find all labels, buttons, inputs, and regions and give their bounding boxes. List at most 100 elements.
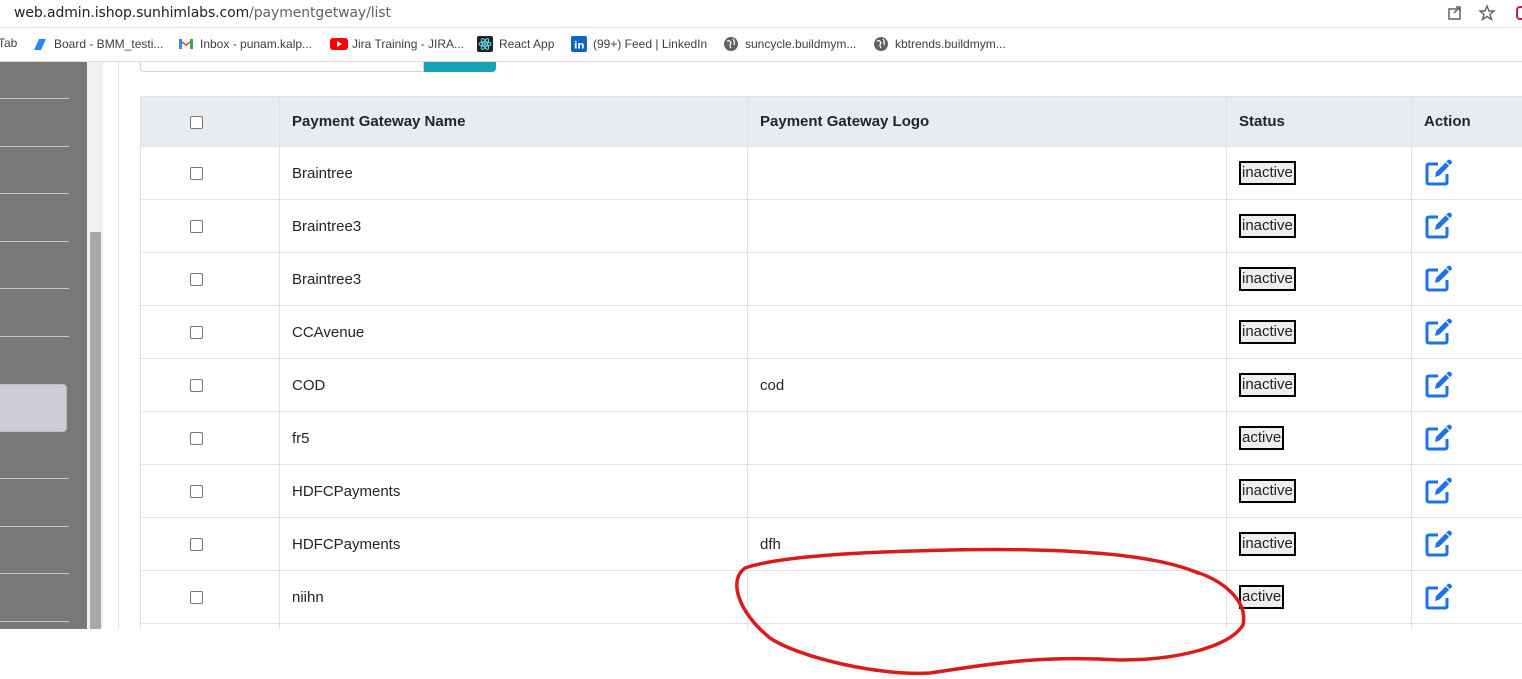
gmail-icon (178, 36, 194, 52)
status-badge[interactable]: inactive (1239, 267, 1296, 291)
gateway-logo-cell (747, 411, 1227, 465)
gateway-logo-cell (747, 146, 1227, 200)
react-icon (477, 36, 493, 52)
globe-icon (723, 36, 739, 52)
search-button[interactable] (424, 62, 496, 72)
status-badge[interactable]: inactive (1239, 161, 1296, 185)
bookmark-kbtrends[interactable]: kbtrends.buildmym... (873, 36, 1006, 52)
bookmark-label: Board - BMM_testi... (54, 37, 164, 51)
row-checkbox[interactable] (189, 273, 203, 287)
gateway-logo-cell (747, 623, 1227, 629)
row-checkbox[interactable] (189, 379, 203, 393)
gateway-logo-cell (747, 199, 1227, 253)
address-bar[interactable]: web.admin.ishop.sunhimlabs.com/paymentge… (0, 0, 1522, 28)
edit-icon[interactable] (1424, 371, 1454, 399)
sidebar-scrollbar-thumb[interactable] (90, 232, 101, 629)
row-select-cell (140, 464, 280, 518)
row-select-cell (140, 305, 280, 359)
row-checkbox[interactable] (189, 485, 203, 499)
bookmark-react[interactable]: React App (477, 36, 554, 52)
edit-icon[interactable] (1424, 424, 1454, 452)
action-cell (1411, 358, 1522, 412)
gateway-name-cell (279, 623, 748, 629)
bookmark-gmail[interactable]: Inbox - punam.kalp... (178, 36, 312, 52)
edit-icon[interactable] (1424, 212, 1454, 240)
gateway-name-cell: CCAvenue (279, 305, 748, 359)
table-header-row: Payment Gateway Name Payment Gateway Log… (140, 96, 1522, 147)
bmm-board-icon (32, 36, 48, 52)
svg-text:in: in (574, 41, 585, 52)
gateway-logo-cell: cod (747, 358, 1227, 412)
gateway-name-cell: niihn (279, 570, 748, 624)
status-badge[interactable]: inactive (1239, 320, 1296, 344)
status-badge[interactable]: inactive (1239, 532, 1296, 556)
status-badge[interactable]: active (1239, 585, 1285, 609)
row-checkbox[interactable] (189, 326, 203, 340)
status-cell: active (1226, 411, 1412, 465)
edit-icon[interactable] (1424, 318, 1454, 346)
status-badge[interactable]: inactive (1239, 373, 1296, 397)
sidebar-divider (0, 193, 69, 194)
header-status[interactable]: Status (1226, 96, 1412, 147)
gateway-logo-cell (747, 570, 1227, 624)
row-checkbox[interactable] (189, 591, 203, 605)
sidebar-divider (0, 526, 69, 527)
sidebar-divider (0, 241, 69, 242)
content-divider (118, 62, 119, 629)
bookmark-label: React App (499, 37, 555, 51)
row-select-cell (140, 252, 280, 306)
bookmark-linkedin[interactable]: in (99+) Feed | LinkedIn (571, 36, 707, 52)
row-select-cell (140, 199, 280, 253)
table-row: niihn active (140, 570, 1522, 624)
bookmark-board[interactable]: Board - BMM_testi... (32, 36, 163, 52)
action-cell (1411, 305, 1522, 359)
action-cell (1411, 570, 1522, 624)
bookmark-tab[interactable]: Tab (0, 36, 17, 50)
status-cell: inactive (1226, 517, 1412, 571)
action-cell (1411, 464, 1522, 518)
bookmark-label: Inbox - punam.kalp... (200, 37, 313, 51)
status-badge[interactable]: active (1239, 426, 1285, 450)
sidebar-item-active[interactable] (0, 384, 67, 432)
gateway-name-cell: Braintree3 (279, 252, 748, 306)
select-all-checkbox[interactable] (189, 115, 203, 129)
row-select-cell (140, 623, 280, 629)
select-all-header (140, 96, 280, 147)
row-checkbox[interactable] (189, 432, 203, 446)
edit-icon[interactable] (1424, 477, 1454, 505)
bookmark-label: suncycle.buildmym... (745, 37, 857, 51)
gateway-name-cell: Braintree3 (279, 199, 748, 253)
gateway-logo-cell (747, 305, 1227, 359)
url-path: /paymentgetway/list (249, 5, 391, 21)
table-row: fr5 active (140, 411, 1522, 465)
bookmark-jira[interactable]: Jira Training - JIRA... (330, 36, 464, 52)
gateway-logo-cell (747, 252, 1227, 306)
share-icon[interactable] (1446, 4, 1464, 22)
bookmark-suncycle[interactable]: suncycle.buildmym... (723, 36, 856, 52)
payment-gateway-table: Payment Gateway Name Payment Gateway Log… (140, 96, 1522, 629)
search-input[interactable] (140, 62, 424, 72)
profile-avatar[interactable] (1516, 6, 1522, 20)
table-row: Braintree3 inactive (140, 199, 1522, 253)
action-cell (1411, 623, 1522, 629)
row-checkbox[interactable] (189, 220, 203, 234)
url-text[interactable]: web.admin.ishop.sunhimlabs.com/paymentge… (14, 5, 391, 21)
status-badge[interactable]: inactive (1239, 214, 1296, 238)
edit-icon[interactable] (1424, 583, 1454, 611)
edit-icon[interactable] (1424, 159, 1454, 187)
edit-icon[interactable] (1424, 265, 1454, 293)
action-cell (1411, 411, 1522, 465)
row-select-cell (140, 570, 280, 624)
row-checkbox[interactable] (189, 167, 203, 181)
status-cell: inactive (1226, 252, 1412, 306)
star-icon[interactable] (1478, 4, 1496, 22)
table-row: HDFCPayments dfh inactive (140, 517, 1522, 571)
status-badge[interactable]: inactive (1239, 479, 1296, 503)
edit-icon[interactable] (1424, 530, 1454, 558)
gateway-logo-cell: dfh (747, 517, 1227, 571)
row-checkbox[interactable] (189, 538, 203, 552)
status-cell: active (1226, 570, 1412, 624)
status-cell: inactive (1226, 146, 1412, 200)
header-gateway-name[interactable]: Payment Gateway Name (279, 96, 748, 147)
header-gateway-logo[interactable]: Payment Gateway Logo (747, 96, 1227, 147)
